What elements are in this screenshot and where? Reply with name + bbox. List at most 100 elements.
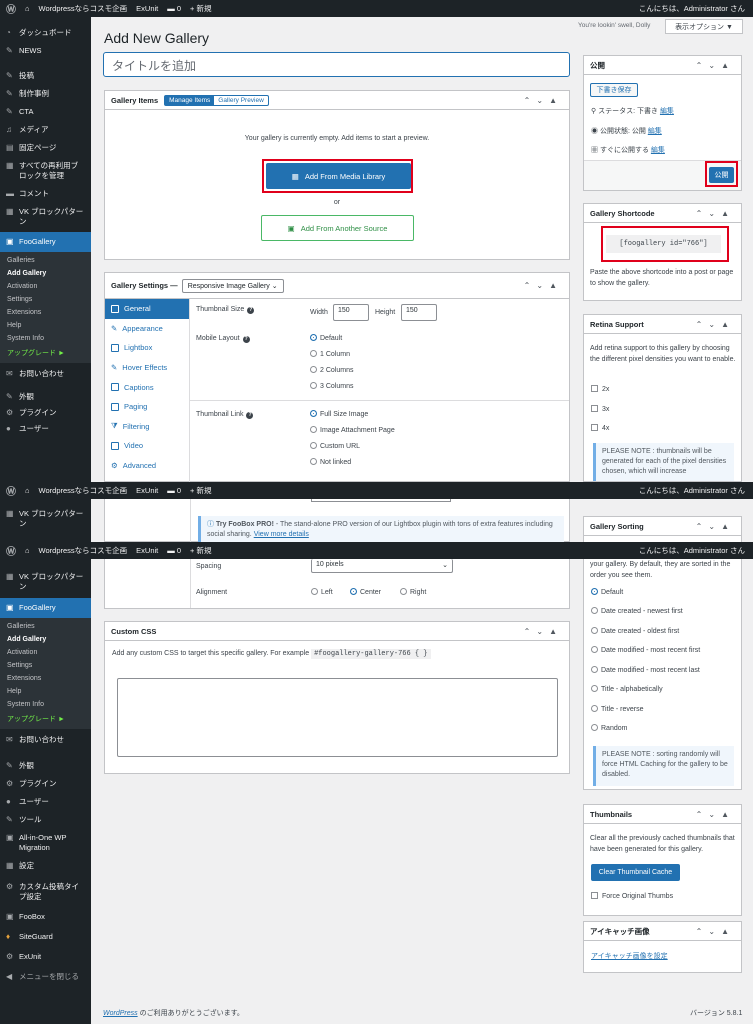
link-opt-none[interactable]: Not linked — [310, 458, 351, 466]
help-icon[interactable]: ? — [247, 307, 255, 314]
submenu-upgrade[interactable]: アップグレード ► — [0, 711, 91, 727]
menu-cta[interactable]: ✎ CTA — [0, 104, 91, 122]
tab-lightbox[interactable]: Lightbox — [105, 338, 189, 358]
menu-vk-block-patterns[interactable]: ▦ VK ブロックパターン — [0, 499, 91, 532]
tab-general[interactable]: General — [105, 299, 189, 319]
menu-vk-block-patterns[interactable]: ▦ VK ブロックパターン — [0, 204, 91, 232]
tab-gallery-preview[interactable]: Gallery Preview — [214, 96, 268, 105]
menu-siteguard[interactable]: ♦ SiteGuard — [0, 925, 91, 945]
link-opt-attachment[interactable]: Image Attachment Page — [310, 426, 395, 434]
menu-exunit[interactable]: ⚙ ExUnit — [0, 945, 91, 965]
box-controls-icon[interactable]: ⌃⌄▲ — [696, 522, 735, 531]
new-content-link[interactable]: + 新規 — [190, 3, 211, 14]
greeting[interactable]: こんにちは、Administrator さん — [639, 545, 745, 556]
align-center[interactable]: Center — [350, 588, 381, 596]
exunit-link[interactable]: ExUnit — [136, 546, 158, 555]
tab-filtering[interactable]: ⧩ Filtering — [105, 417, 189, 437]
site-name-link[interactable]: Wordpressならコスモ企画 — [39, 3, 128, 14]
menu-posts[interactable]: ✎ 投稿 — [0, 68, 91, 86]
sort-created-oldest[interactable]: Date created - oldest first — [591, 627, 679, 635]
sort-title-alpha[interactable]: Title - alphabetically — [591, 685, 663, 693]
menu-users[interactable]: ● ユーザー — [0, 792, 91, 810]
submenu-system-info[interactable]: System Info — [0, 332, 91, 345]
submenu-settings[interactable]: Settings — [0, 659, 91, 672]
box-controls-icon[interactable]: ⌃⌄▲ — [696, 810, 735, 819]
new-content-link[interactable]: + 新規 — [190, 485, 211, 496]
menu-contact[interactable]: ✉ お問い合わせ — [0, 363, 91, 382]
tab-appearance[interactable]: ✎ Appearance — [105, 319, 189, 339]
link-opt-custom[interactable]: Custom URL — [310, 442, 360, 450]
menu-settings[interactable]: ▦ 設定 — [0, 856, 91, 874]
comments-link[interactable]: ▬ 0 — [167, 546, 181, 555]
submenu-galleries[interactable]: Galleries — [0, 254, 91, 267]
menu-custom-post-types[interactable]: ⚙ カスタム投稿タイプ設定 — [0, 874, 91, 905]
exunit-link[interactable]: ExUnit — [136, 486, 158, 495]
visibility-edit-link[interactable]: 編集 — [648, 128, 662, 135]
width-input[interactable]: 150 — [333, 304, 369, 321]
mobile-opt-1col[interactable]: 1 Column — [310, 350, 350, 358]
submenu-activation[interactable]: Activation — [0, 646, 91, 659]
force-original-thumbs[interactable]: Force Original Thumbs — [591, 892, 673, 900]
site-name-link[interactable]: Wordpressならコスモ企画 — [39, 545, 128, 556]
menu-works[interactable]: ✎ 制作事例 — [0, 86, 91, 104]
schedule-edit-link[interactable]: 編集 — [651, 147, 665, 154]
menu-migration[interactable]: ▣ All-in-One WP Migration — [0, 828, 91, 856]
submenu-extensions[interactable]: Extensions — [0, 306, 91, 319]
clear-thumbnail-cache-button[interactable]: Clear Thumbnail Cache — [591, 864, 680, 881]
tab-manage-items[interactable]: Manage Items — [165, 95, 215, 105]
menu-tools[interactable]: ✎ ツール — [0, 810, 91, 828]
exunit-link[interactable]: ExUnit — [136, 4, 158, 13]
add-from-another-source-button[interactable]: ▣ Add From Another Source — [261, 215, 414, 241]
menu-news[interactable]: ✎ NEWS — [0, 43, 91, 68]
new-content-link[interactable]: + 新規 — [190, 545, 211, 556]
height-input[interactable]: 150 — [401, 304, 437, 321]
wordpress-logo-icon[interactable]: Ⓦ — [6, 1, 16, 16]
comments-link[interactable]: ▬ 0 — [167, 486, 181, 495]
menu-plugins[interactable]: ⚙ プラグイン — [0, 774, 91, 792]
link-opt-full[interactable]: Full Size Image — [310, 410, 368, 418]
submenu-activation[interactable]: Activation — [0, 280, 91, 293]
save-draft-button[interactable]: 下書き保存 — [590, 83, 638, 97]
submenu-add-gallery[interactable]: Add Gallery — [0, 267, 91, 280]
submenu-system-info[interactable]: System Info — [0, 698, 91, 711]
menu-media[interactable]: ♫ メディア — [0, 122, 91, 140]
tab-video[interactable]: Video — [105, 436, 189, 456]
menu-comments[interactable]: ▬ コメント — [0, 186, 91, 204]
menu-dashboard[interactable]: ◔ ダッシュボード — [0, 23, 91, 43]
mobile-opt-3col[interactable]: 3 Columns — [310, 382, 353, 390]
help-icon[interactable]: ? — [246, 412, 254, 419]
sort-title-reverse[interactable]: Title - reverse — [591, 705, 644, 713]
menu-foogallery[interactable]: ▣ FooGallery — [0, 598, 91, 618]
box-controls-icon[interactable]: ⌃⌄▲ — [696, 320, 735, 329]
tab-paging[interactable]: Paging — [105, 397, 189, 417]
collapse-menu-button[interactable]: ◀ メニューを閉じる — [0, 965, 91, 985]
menu-pages[interactable]: ▤ 固定ページ — [0, 140, 91, 158]
submenu-help[interactable]: Help — [0, 685, 91, 698]
align-right[interactable]: Right — [400, 588, 426, 596]
menu-reusable-blocks[interactable]: ▦ すべての再利用ブロックを管理 — [0, 158, 91, 186]
sort-modified-last[interactable]: Date modified - most recent last — [591, 666, 700, 674]
submenu-galleries[interactable]: Galleries — [0, 620, 91, 633]
status-edit-link[interactable]: 編集 — [660, 108, 674, 115]
sort-created-newest[interactable]: Date created - newest first — [591, 607, 683, 615]
foobox-details-link[interactable]: View more details — [254, 531, 309, 538]
greeting[interactable]: こんにちは、Administrator さん — [639, 485, 745, 496]
menu-contact[interactable]: ✉ お問い合わせ — [0, 729, 91, 753]
sort-default[interactable]: Default — [591, 588, 623, 596]
menu-users[interactable]: ● ユーザー — [0, 421, 91, 437]
box-controls-icon[interactable]: ⌃⌄▲ — [696, 61, 735, 70]
tab-captions[interactable]: Captions — [105, 377, 189, 397]
box-controls-icon[interactable]: ⌃⌄▲ — [524, 96, 563, 105]
title-input[interactable]: タイトルを追加 — [103, 52, 570, 77]
submenu-help[interactable]: Help — [0, 319, 91, 332]
submenu-upgrade[interactable]: アップグレード ► — [0, 345, 91, 361]
wordpress-link[interactable]: WordPress — [103, 1010, 138, 1017]
menu-plugins[interactable]: ⚙ プラグイン — [0, 405, 91, 421]
sort-modified-first[interactable]: Date modified - most recent first — [591, 646, 700, 654]
greeting[interactable]: こんにちは、Administrator さん — [639, 3, 745, 14]
tab-hover-effects[interactable]: ✎ Hover Effects — [105, 358, 189, 378]
box-controls-icon[interactable]: ⌃⌄▲ — [696, 209, 735, 218]
help-icon[interactable]: ? — [242, 336, 250, 343]
box-controls-icon[interactable]: ⌃⌄▲ — [696, 927, 735, 936]
box-controls-icon[interactable]: ⌃⌄▲ — [524, 281, 563, 290]
